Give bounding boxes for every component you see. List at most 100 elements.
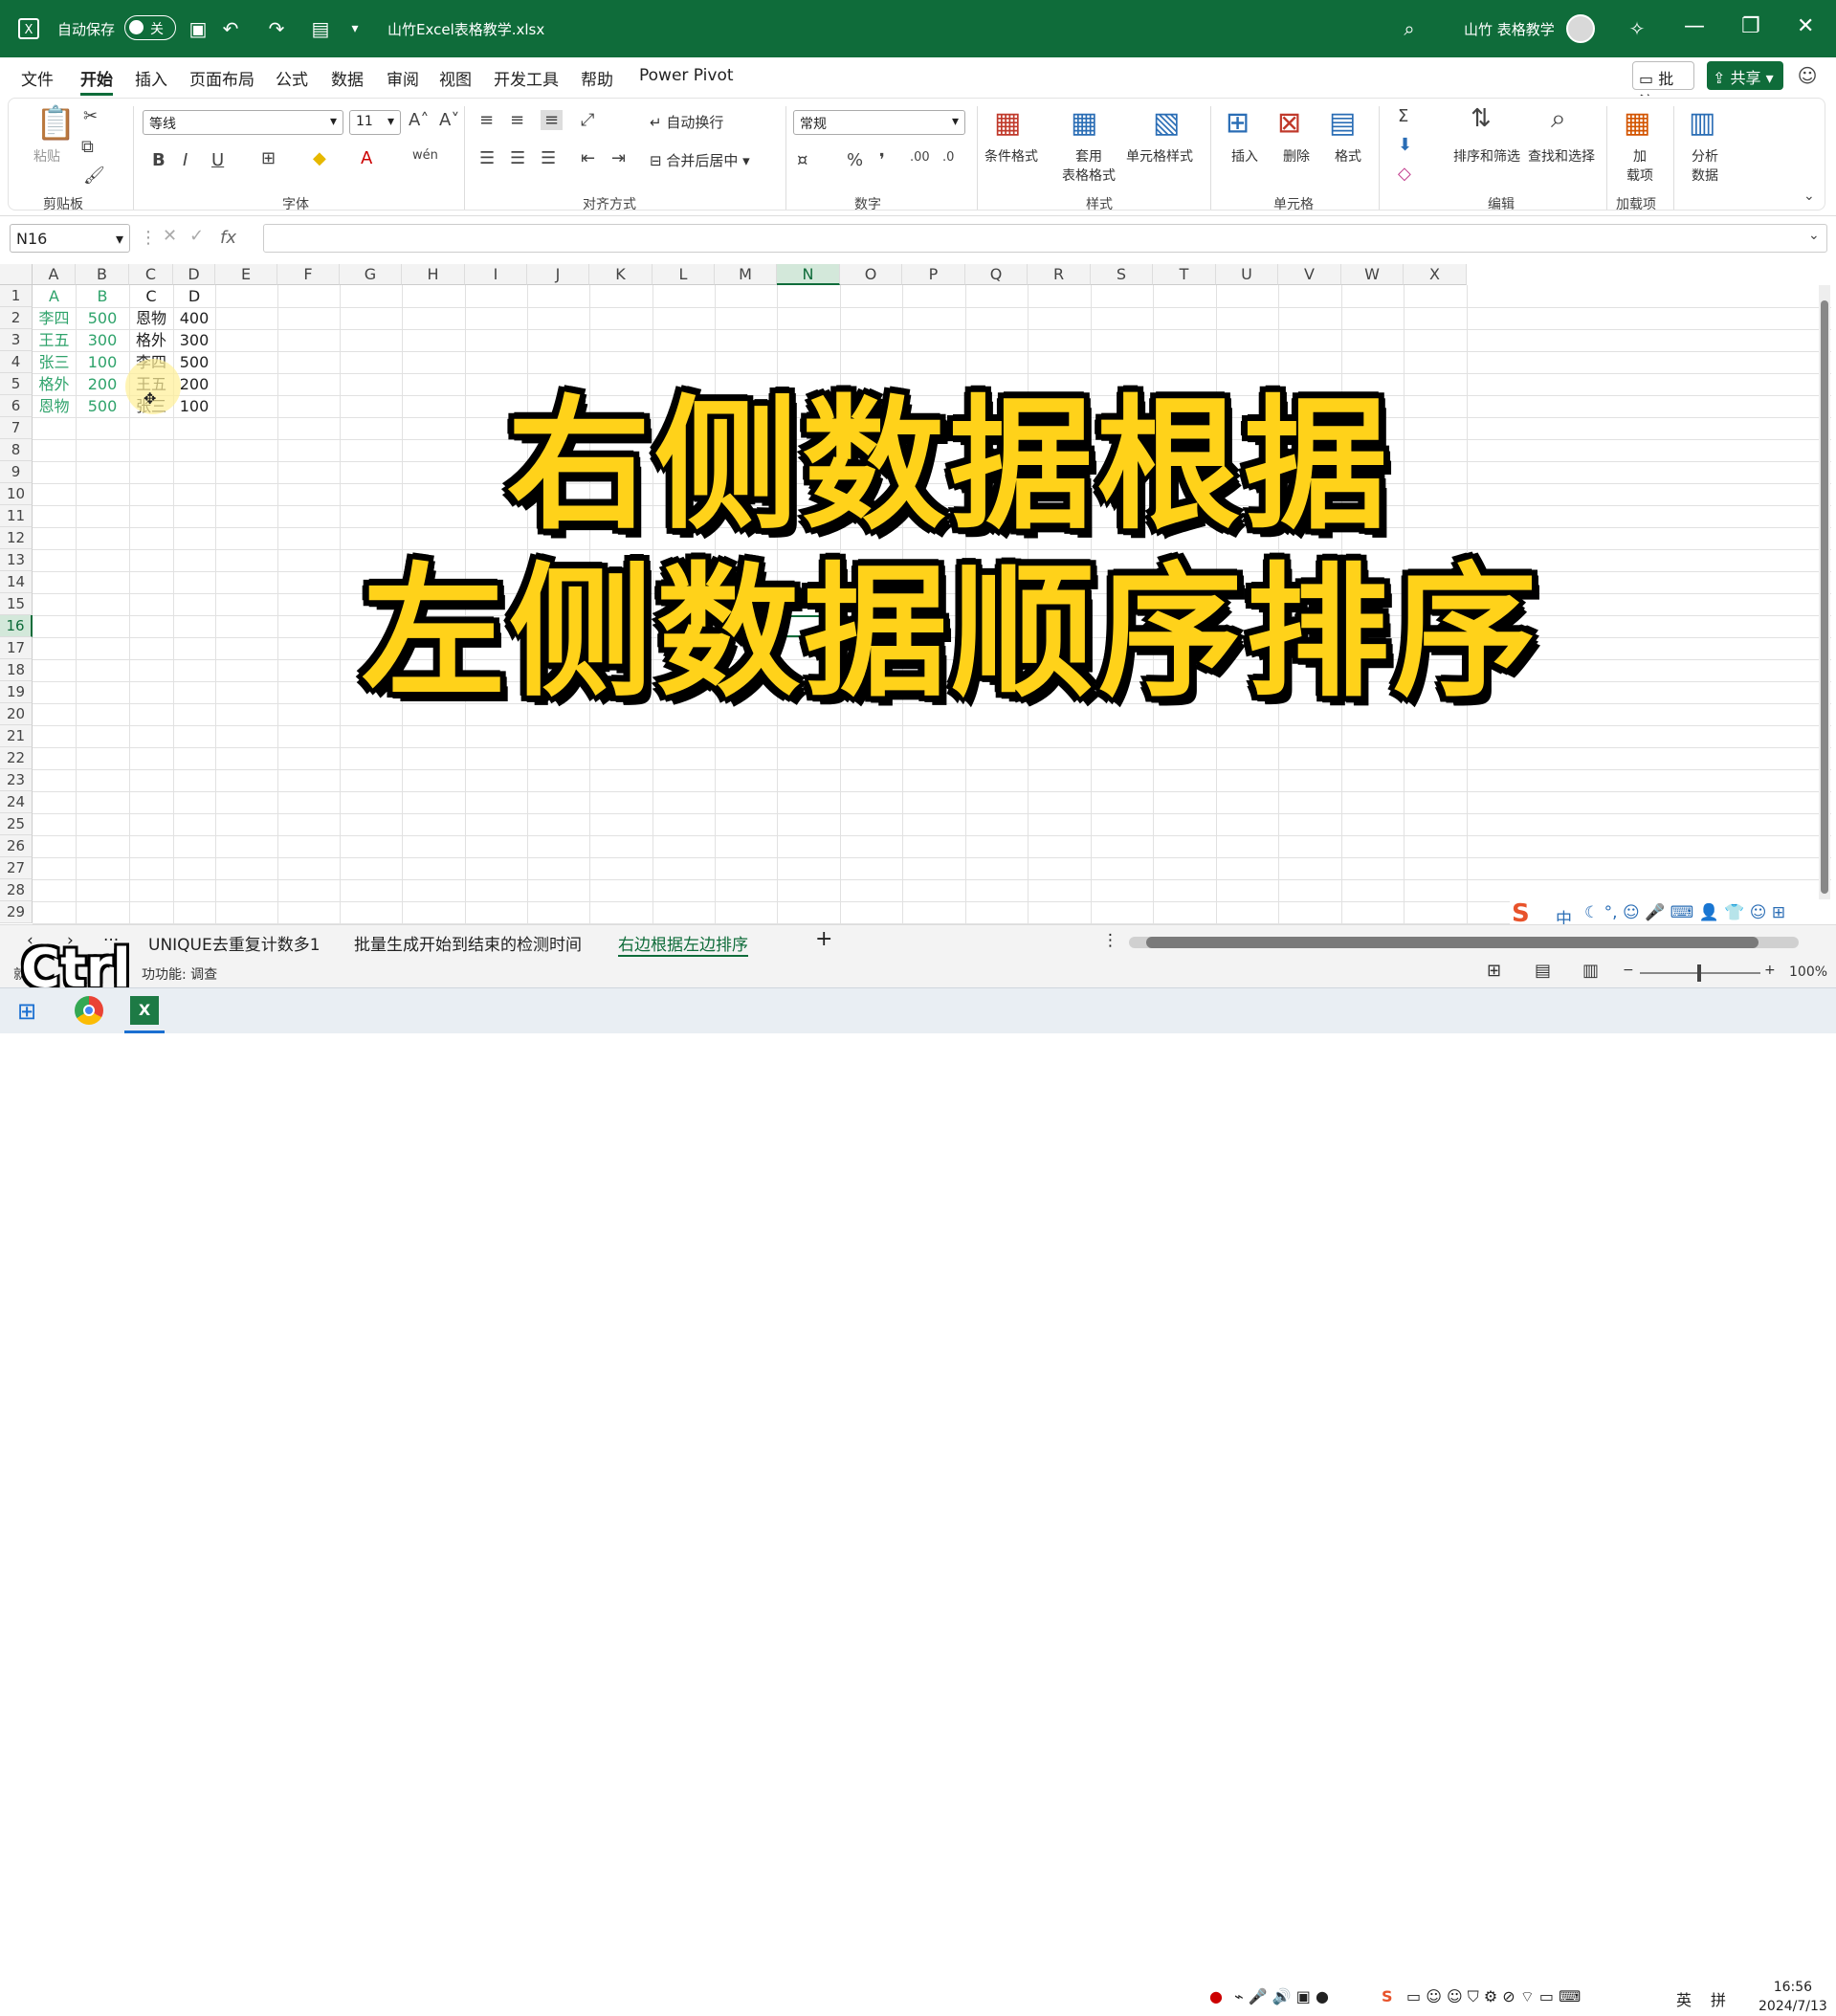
menu-page-layout[interactable]: 页面布局 bbox=[189, 66, 254, 90]
row-header[interactable]: 14 bbox=[0, 571, 33, 593]
record-icon[interactable]: ● bbox=[1209, 1987, 1223, 2005]
zoom-out-icon[interactable]: − bbox=[1623, 963, 1634, 978]
row-header[interactable]: 7 bbox=[0, 417, 33, 439]
cut-icon[interactable]: ✂ bbox=[83, 106, 98, 126]
cell-style-button[interactable]: 单元格样式 bbox=[1126, 146, 1193, 166]
delete-cells-icon[interactable]: ⊠ bbox=[1277, 106, 1301, 140]
cell[interactable]: 格外 bbox=[33, 373, 76, 395]
column-header[interactable]: B bbox=[76, 264, 129, 285]
decrease-indent-icon[interactable]: ⇤ bbox=[581, 148, 595, 168]
analyze-data-button[interactable]: 分析 数据 bbox=[1689, 146, 1721, 185]
page-layout-view-icon[interactable]: ▤ bbox=[1535, 961, 1551, 981]
cell[interactable]: 300 bbox=[76, 329, 129, 351]
chrome-icon[interactable] bbox=[75, 996, 103, 1025]
menu-view[interactable]: 视图 bbox=[439, 66, 472, 90]
align-left-icon[interactable]: ☰ bbox=[479, 148, 495, 168]
row-header[interactable]: 13 bbox=[0, 549, 33, 571]
column-header[interactable]: Q bbox=[965, 264, 1028, 285]
undo-icon[interactable]: ↶ bbox=[218, 16, 243, 41]
row-header[interactable]: 5 bbox=[0, 373, 33, 395]
column-header[interactable]: F bbox=[277, 264, 340, 285]
zoom-in-icon[interactable]: + bbox=[1764, 963, 1776, 978]
column-header[interactable]: U bbox=[1216, 264, 1278, 285]
horizontal-scrollbar[interactable] bbox=[1129, 937, 1799, 948]
column-header[interactable]: T bbox=[1153, 264, 1216, 285]
cell[interactable]: 恩物 bbox=[129, 307, 173, 329]
minimize-icon[interactable]: — bbox=[1684, 14, 1705, 38]
row-header[interactable]: 23 bbox=[0, 769, 33, 791]
user-name[interactable]: 山竹 表格教学 bbox=[1464, 19, 1555, 39]
autosum-icon[interactable]: Σ bbox=[1398, 106, 1408, 126]
menu-power-pivot[interactable]: Power Pivot bbox=[639, 66, 734, 85]
column-header[interactable]: M bbox=[715, 264, 777, 285]
row-header[interactable]: 4 bbox=[0, 351, 33, 373]
column-header[interactable]: G bbox=[340, 264, 402, 285]
column-header[interactable]: V bbox=[1278, 264, 1341, 285]
column-header[interactable]: H bbox=[402, 264, 465, 285]
expand-formula-icon[interactable]: ⌄ bbox=[1808, 228, 1820, 243]
cell[interactable]: 100 bbox=[76, 351, 129, 373]
row-header[interactable]: 15 bbox=[0, 593, 33, 615]
cell[interactable]: 500 bbox=[76, 395, 129, 417]
delete-cells-button[interactable]: 删除 bbox=[1283, 146, 1310, 166]
zoom-slider-thumb[interactable] bbox=[1697, 964, 1701, 982]
font-size-select[interactable]: 11 ▾ bbox=[349, 110, 401, 135]
share-button[interactable]: ⇪ 共享 ▾ bbox=[1707, 61, 1783, 90]
save-icon[interactable]: ▣ bbox=[186, 16, 210, 41]
row-header[interactable]: 3 bbox=[0, 329, 33, 351]
close-icon[interactable]: ✕ bbox=[1797, 14, 1814, 38]
row-header[interactable]: 25 bbox=[0, 813, 33, 835]
menu-help[interactable]: 帮助 bbox=[581, 66, 613, 90]
column-header[interactable]: A bbox=[33, 264, 76, 285]
format-painter-icon[interactable]: 🖌 bbox=[83, 166, 105, 186]
row-header[interactable]: 11 bbox=[0, 505, 33, 527]
file-name[interactable]: 山竹Excel表格教学.xlsx bbox=[387, 19, 544, 39]
column-header[interactable]: W bbox=[1341, 264, 1404, 285]
align-center-icon[interactable]: ☰ bbox=[510, 148, 525, 168]
increase-font-icon[interactable]: A˄ bbox=[409, 110, 429, 130]
row-header[interactable]: 18 bbox=[0, 659, 33, 681]
italic-icon[interactable]: I bbox=[183, 150, 188, 170]
cell[interactable]: 500 bbox=[76, 307, 129, 329]
lightbulb-icon[interactable]: ✧ bbox=[1625, 16, 1649, 41]
row-header[interactable]: 20 bbox=[0, 703, 33, 725]
scrollbar-thumb[interactable] bbox=[1146, 937, 1759, 948]
row-header[interactable]: 22 bbox=[0, 747, 33, 769]
cell[interactable]: 王五 bbox=[33, 329, 76, 351]
sort-filter-icon[interactable]: ⇅ bbox=[1471, 104, 1492, 133]
percent-icon[interactable]: % bbox=[847, 150, 863, 170]
phonetic-icon[interactable]: wén bbox=[412, 148, 438, 163]
menu-home[interactable]: 开始 bbox=[80, 66, 113, 96]
border-icon[interactable]: ⊞ bbox=[261, 148, 276, 168]
name-box[interactable]: N16 ▾ bbox=[10, 224, 130, 253]
accessibility-status[interactable]: 功功能: 调查 bbox=[142, 964, 217, 984]
collapse-ribbon-icon[interactable]: ⌄ bbox=[1803, 188, 1815, 204]
add-sheet-icon[interactable]: + bbox=[815, 927, 832, 951]
cell[interactable]: 500 bbox=[173, 351, 215, 373]
underline-icon[interactable]: U bbox=[211, 150, 224, 170]
insert-cells-button[interactable]: 插入 bbox=[1231, 146, 1258, 166]
enter-icon[interactable]: ✓ bbox=[189, 226, 204, 246]
font-color-icon[interactable]: A bbox=[361, 148, 372, 168]
fill-color-icon[interactable]: ◆ bbox=[313, 148, 326, 168]
row-header[interactable]: 29 bbox=[0, 901, 33, 923]
row-header[interactable]: 8 bbox=[0, 439, 33, 461]
column-header[interactable]: S bbox=[1091, 264, 1153, 285]
row-header[interactable]: 2 bbox=[0, 307, 33, 329]
conditional-format-button[interactable]: 条件格式 bbox=[984, 146, 1038, 166]
row-header[interactable]: 12 bbox=[0, 527, 33, 549]
tabs-options-icon[interactable]: ⋮ bbox=[1102, 931, 1118, 950]
bold-icon[interactable]: B bbox=[152, 150, 166, 170]
row-header[interactable]: 26 bbox=[0, 835, 33, 857]
find-select-button[interactable]: 查找和选择 bbox=[1528, 146, 1595, 166]
vertical-scrollbar-thumb[interactable] bbox=[1821, 300, 1828, 894]
cell[interactable]: 恩物 bbox=[33, 395, 76, 417]
align-middle-icon[interactable]: ≡ bbox=[510, 110, 524, 130]
cell[interactable]: C bbox=[129, 285, 173, 307]
row-header[interactable]: 24 bbox=[0, 791, 33, 813]
sogou-tray-icon[interactable]: S bbox=[1382, 1987, 1393, 2005]
wrap-text-button[interactable]: ↵ 自动换行 bbox=[650, 112, 723, 132]
copy-icon[interactable]: ⧉ bbox=[81, 137, 94, 157]
feedback-icon[interactable]: ☺ bbox=[1795, 63, 1820, 88]
row-header[interactable]: 9 bbox=[0, 461, 33, 483]
